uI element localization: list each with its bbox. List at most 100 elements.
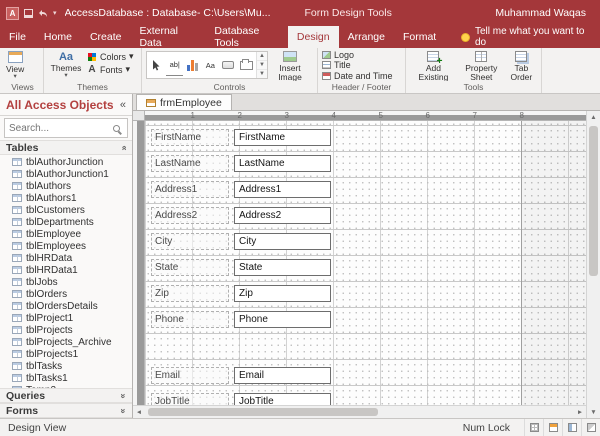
field-label-control[interactable]: Phone [151, 311, 229, 328]
ribbon-tab[interactable]: Design [288, 26, 339, 48]
field-label-control[interactable]: Address2 [151, 207, 229, 224]
date-time-button[interactable]: Date and Time [322, 71, 393, 81]
section-header-queries[interactable]: Queries » [0, 388, 132, 403]
select-pointer-icon[interactable] [148, 54, 165, 76]
tab-file[interactable]: File [0, 26, 35, 48]
field-label-control[interactable]: City [151, 233, 229, 250]
field-label-control[interactable]: Address1 [151, 181, 229, 198]
ribbon-tab[interactable]: Create [81, 26, 131, 48]
design-view-button[interactable] [581, 419, 600, 436]
field-label-control[interactable]: State [151, 259, 229, 276]
sidebar-item-table[interactable]: tblProjects1 [0, 348, 132, 360]
scroll-left-icon[interactable]: ◄ [133, 409, 145, 416]
qat-customize-icon[interactable]: ▾ [53, 9, 57, 17]
ruler-number: 1 [145, 111, 192, 120]
gallery-scroll-up-icon[interactable]: ▲ [257, 52, 267, 60]
save-icon[interactable] [24, 9, 33, 18]
tell-me-box[interactable]: Tell me what you want to do [455, 26, 600, 48]
chart-control-icon[interactable] [184, 54, 201, 76]
section-header-forms[interactable]: Forms » [0, 403, 132, 418]
gallery-scrollbar[interactable]: ▲ ▼ ▼ [256, 52, 267, 78]
title-button[interactable]: Title [322, 60, 351, 70]
collapse-pane-icon[interactable]: « [120, 99, 126, 111]
document-tab-frmEmployee[interactable]: frmEmployee [136, 94, 232, 110]
sidebar-item-table[interactable]: tblHRData1 [0, 264, 132, 276]
field-textbox-control[interactable]: FirstName [234, 129, 331, 146]
field-textbox-control[interactable]: Address2 [234, 207, 331, 224]
tab-order-button[interactable]: Tab Order [506, 50, 537, 81]
layout-view-button[interactable] [562, 419, 581, 436]
sidebar-item-table[interactable]: tblProjects [0, 324, 132, 336]
field-textbox-control[interactable]: Phone [234, 311, 331, 328]
scroll-up-icon[interactable]: ▲ [587, 111, 600, 123]
search-box[interactable] [4, 118, 128, 138]
ribbon-tab[interactable]: External Data [130, 26, 205, 48]
add-existing-fields-button[interactable]: Add Existing Fields [410, 50, 457, 81]
sidebar-item-table[interactable]: tblEmployees [0, 240, 132, 252]
button-control-icon[interactable] [220, 54, 237, 76]
field-textbox-control[interactable]: State [234, 259, 331, 276]
sidebar-item-table[interactable]: tblOrders [0, 288, 132, 300]
sidebar-item-table[interactable]: tblHRData [0, 252, 132, 264]
field-textbox-control[interactable]: Address1 [234, 181, 331, 198]
undo-icon[interactable] [38, 9, 48, 18]
field-label-control[interactable]: LastName [151, 155, 229, 172]
sidebar-item-table[interactable]: tblEmployee [0, 228, 132, 240]
form-view-button[interactable] [543, 419, 562, 436]
field-label-control[interactable]: FirstName [151, 129, 229, 146]
field-label-control[interactable]: Email [151, 367, 229, 384]
sidebar-item-table[interactable]: tblTasks [0, 360, 132, 372]
vertical-scrollbar[interactable]: ▲ ▼ [586, 111, 600, 418]
sidebar-item-table[interactable]: tblCustomers [0, 204, 132, 216]
ribbon-tab[interactable]: Arrange [339, 26, 394, 48]
sidebar-item-table[interactable]: tblProjects_Archive [0, 336, 132, 348]
sidebar-item-table[interactable]: tblOrdersDetails [0, 300, 132, 312]
horizontal-scroll-thumb[interactable] [148, 408, 378, 416]
field-textbox-control[interactable]: LastName [234, 155, 331, 172]
section-header-tables[interactable]: Tables » [0, 140, 132, 155]
logo-button[interactable]: Logo [322, 50, 354, 60]
access-app-icon[interactable]: A [6, 7, 19, 20]
sidebar-item-table[interactable]: tblProject1 [0, 312, 132, 324]
tab-control-icon[interactable] [238, 54, 255, 76]
sidebar-item-table[interactable]: tblTasks1 [0, 372, 132, 384]
sidebar-item-table[interactable]: tblDepartments [0, 216, 132, 228]
horizontal-ruler[interactable]: 1 2 3 4 5 6 [145, 111, 586, 121]
sidebar-item-table[interactable]: tblAuthors [0, 180, 132, 192]
view-button[interactable]: View ▾ [6, 50, 24, 80]
sidebar-item-table[interactable]: tblAuthorJunction [0, 156, 132, 168]
scroll-right-icon[interactable]: ► [574, 409, 586, 416]
property-sheet-button[interactable]: Property Sheet [460, 50, 503, 81]
scroll-down-icon[interactable]: ▼ [587, 406, 600, 418]
navigation-pane-header[interactable]: All Access Objects « [0, 94, 132, 116]
field-label-control[interactable]: JobTitle [151, 393, 229, 405]
field-textbox-control[interactable]: City [234, 233, 331, 250]
insert-image-button[interactable]: Insert Image ▾ [271, 50, 309, 81]
sidebar-item-table[interactable]: tblJobs [0, 276, 132, 288]
datasheet-view-button[interactable] [524, 419, 543, 436]
signed-in-user[interactable]: Muhammad Waqas [495, 7, 586, 19]
ribbon-tab[interactable]: Database Tools [205, 26, 288, 48]
horizontal-scrollbar[interactable]: ◄ ► [133, 405, 586, 418]
form-design-surface[interactable]: FirstName FirstName LastName LastName [145, 121, 586, 405]
status-view-label: Design View [8, 422, 66, 434]
ribbon-tab[interactable]: Format [394, 26, 445, 48]
search-input[interactable] [5, 123, 113, 134]
vertical-ruler[interactable] [133, 121, 145, 405]
vertical-scroll-thumb[interactable] [589, 126, 598, 276]
field-textbox-control[interactable]: Email [234, 367, 331, 384]
label-control-icon[interactable]: Aa [202, 54, 219, 76]
field-label-control[interactable]: Zip [151, 285, 229, 302]
ribbon-tab[interactable]: Home [35, 26, 81, 48]
themes-button[interactable]: Aa Themes ▾ [48, 50, 84, 79]
sidebar-item-table[interactable]: tblAuthorJunction1 [0, 168, 132, 180]
textbox-control-icon[interactable]: ab| [166, 54, 183, 76]
gallery-more-icon[interactable]: ▼ [257, 69, 267, 78]
fonts-button[interactable]: A Fonts ▾ [87, 63, 134, 76]
controls-gallery[interactable]: ab| Aa ▲ ▼ ▼ [146, 51, 268, 79]
colors-button[interactable]: Colors ▾ [87, 50, 134, 63]
gallery-scroll-down-icon[interactable]: ▼ [257, 60, 267, 69]
sidebar-item-table[interactable]: tblAuthors1 [0, 192, 132, 204]
field-textbox-control[interactable]: Zip [234, 285, 331, 302]
field-textbox-control[interactable]: JobTitle [234, 393, 331, 405]
